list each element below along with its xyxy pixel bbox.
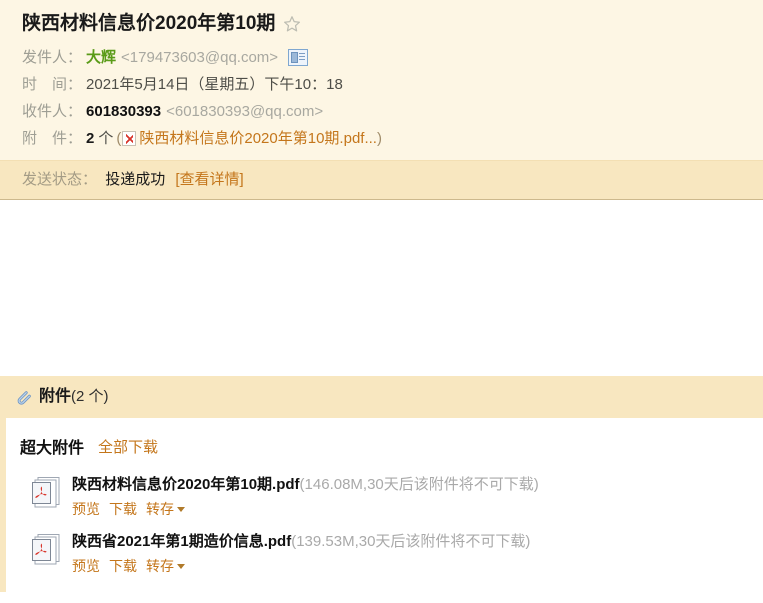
time-row: 时 间： 2021年5月14日（星期五）下午10：18 <box>0 71 763 98</box>
contact-card-icon[interactable] <box>288 49 309 66</box>
attachment-count: 2 <box>86 130 95 147</box>
list-item: 陕西材料信息价2020年第10期.pdf(146.08M,30天后该附件将不可下… <box>6 468 763 525</box>
attachment-panel-count: (2 个) <box>71 388 109 405</box>
attachment-actions: 预览 下载 转存 <box>72 556 530 576</box>
attachment-actions: 预览 下载 转存 <box>72 499 539 519</box>
time-label: 时 间： <box>22 76 83 93</box>
save-to-cloud-button[interactable]: 转存 <box>146 558 174 574</box>
pdf-file-icon <box>122 131 137 146</box>
bigfile-label: 超大附件 <box>20 440 85 457</box>
chevron-down-icon[interactable] <box>177 507 185 512</box>
send-status-value: 投递成功 <box>105 171 166 188</box>
time-value: 2021年5月14日（星期五）下午10：18 <box>86 76 343 93</box>
attachment-filename[interactable]: 陕西材料信息价2020年第10期.pdf <box>72 476 300 493</box>
list-item: 陕西省2021年第1期造价信息.pdf(139.53M,30天后该附件将不可下载… <box>6 525 763 582</box>
mail-subject-row: 陕西材料信息价2020年第10期 <box>0 10 763 44</box>
pdf-file-icon <box>30 476 62 510</box>
download-button[interactable]: 下载 <box>109 558 137 574</box>
mail-body <box>0 200 763 375</box>
attachment-meta: (139.53M,30天后该附件将不可下载) <box>291 533 531 550</box>
preview-button[interactable]: 预览 <box>72 558 100 574</box>
mail-header: 陕西材料信息价2020年第10期 发件人： 大辉 <179473603@qq.c… <box>0 0 763 160</box>
view-details-link[interactable]: [查看详情] <box>175 171 243 188</box>
send-status-label: 发送状态： <box>22 171 98 188</box>
sender-address[interactable]: <179473603@qq.com> <box>121 46 278 69</box>
page-title: 陕西材料信息价2020年第10期 <box>22 13 276 34</box>
attachment-summary-row: 附 件： 2 个 ( 陕西材料信息价2020年第10期.pdf... ) <box>0 125 763 152</box>
paperclip-icon <box>14 388 32 406</box>
attachment-panel: 附件 (2 个) 超大附件 全部下载 陕西材料信息价2020年第10期.pdf(… <box>0 375 763 592</box>
star-outline-icon[interactable] <box>283 15 301 36</box>
attachment-filename[interactable]: 陕西省2021年第1期造价信息.pdf <box>72 533 291 550</box>
attachment-summary-filename[interactable]: 陕西材料信息价2020年第10期.pdf... <box>139 127 377 150</box>
sender-label: 发件人： <box>22 49 83 66</box>
attachment-unit: 个 <box>98 130 114 147</box>
sender-name[interactable]: 大辉 <box>86 46 116 69</box>
open-paren: ( <box>116 130 122 147</box>
save-to-cloud-button[interactable]: 转存 <box>146 501 174 517</box>
close-paren: ) <box>376 130 382 147</box>
attachment-meta: (146.08M,30天后该附件将不可下载) <box>299 476 539 493</box>
recipient-row: 收件人： 601830393 <601830393@qq.com> <box>0 98 763 125</box>
preview-button[interactable]: 预览 <box>72 501 100 517</box>
pdf-file-icon <box>30 533 62 567</box>
recipient-name[interactable]: 601830393 <box>86 100 161 123</box>
attachment-name-line: 陕西材料信息价2020年第10期.pdf(146.08M,30天后该附件将不可下… <box>72 474 539 495</box>
attachment-panel-body: 超大附件 全部下载 陕西材料信息价2020年第10期.pdf(146.08M,3… <box>0 418 763 592</box>
chevron-down-icon[interactable] <box>177 564 185 569</box>
attachment-name-line: 陕西省2021年第1期造价信息.pdf(139.53M,30天后该附件将不可下载… <box>72 531 530 552</box>
download-all-button[interactable]: 全部下载 <box>98 436 158 457</box>
send-status-bar: 发送状态： 投递成功 [查看详情] <box>0 160 763 200</box>
attachment-panel-title: 附件 <box>39 388 72 405</box>
sender-row: 发件人： 大辉 <179473603@qq.com> <box>0 44 763 71</box>
recipient-address[interactable]: <601830393@qq.com> <box>166 100 323 123</box>
attachment-panel-header: 附件 (2 个) <box>0 376 763 418</box>
download-button[interactable]: 下载 <box>109 501 137 517</box>
recipient-label: 收件人： <box>22 103 83 120</box>
bigfile-header: 超大附件 全部下载 <box>6 432 763 468</box>
attachment-summary-label: 附 件： <box>22 130 83 147</box>
